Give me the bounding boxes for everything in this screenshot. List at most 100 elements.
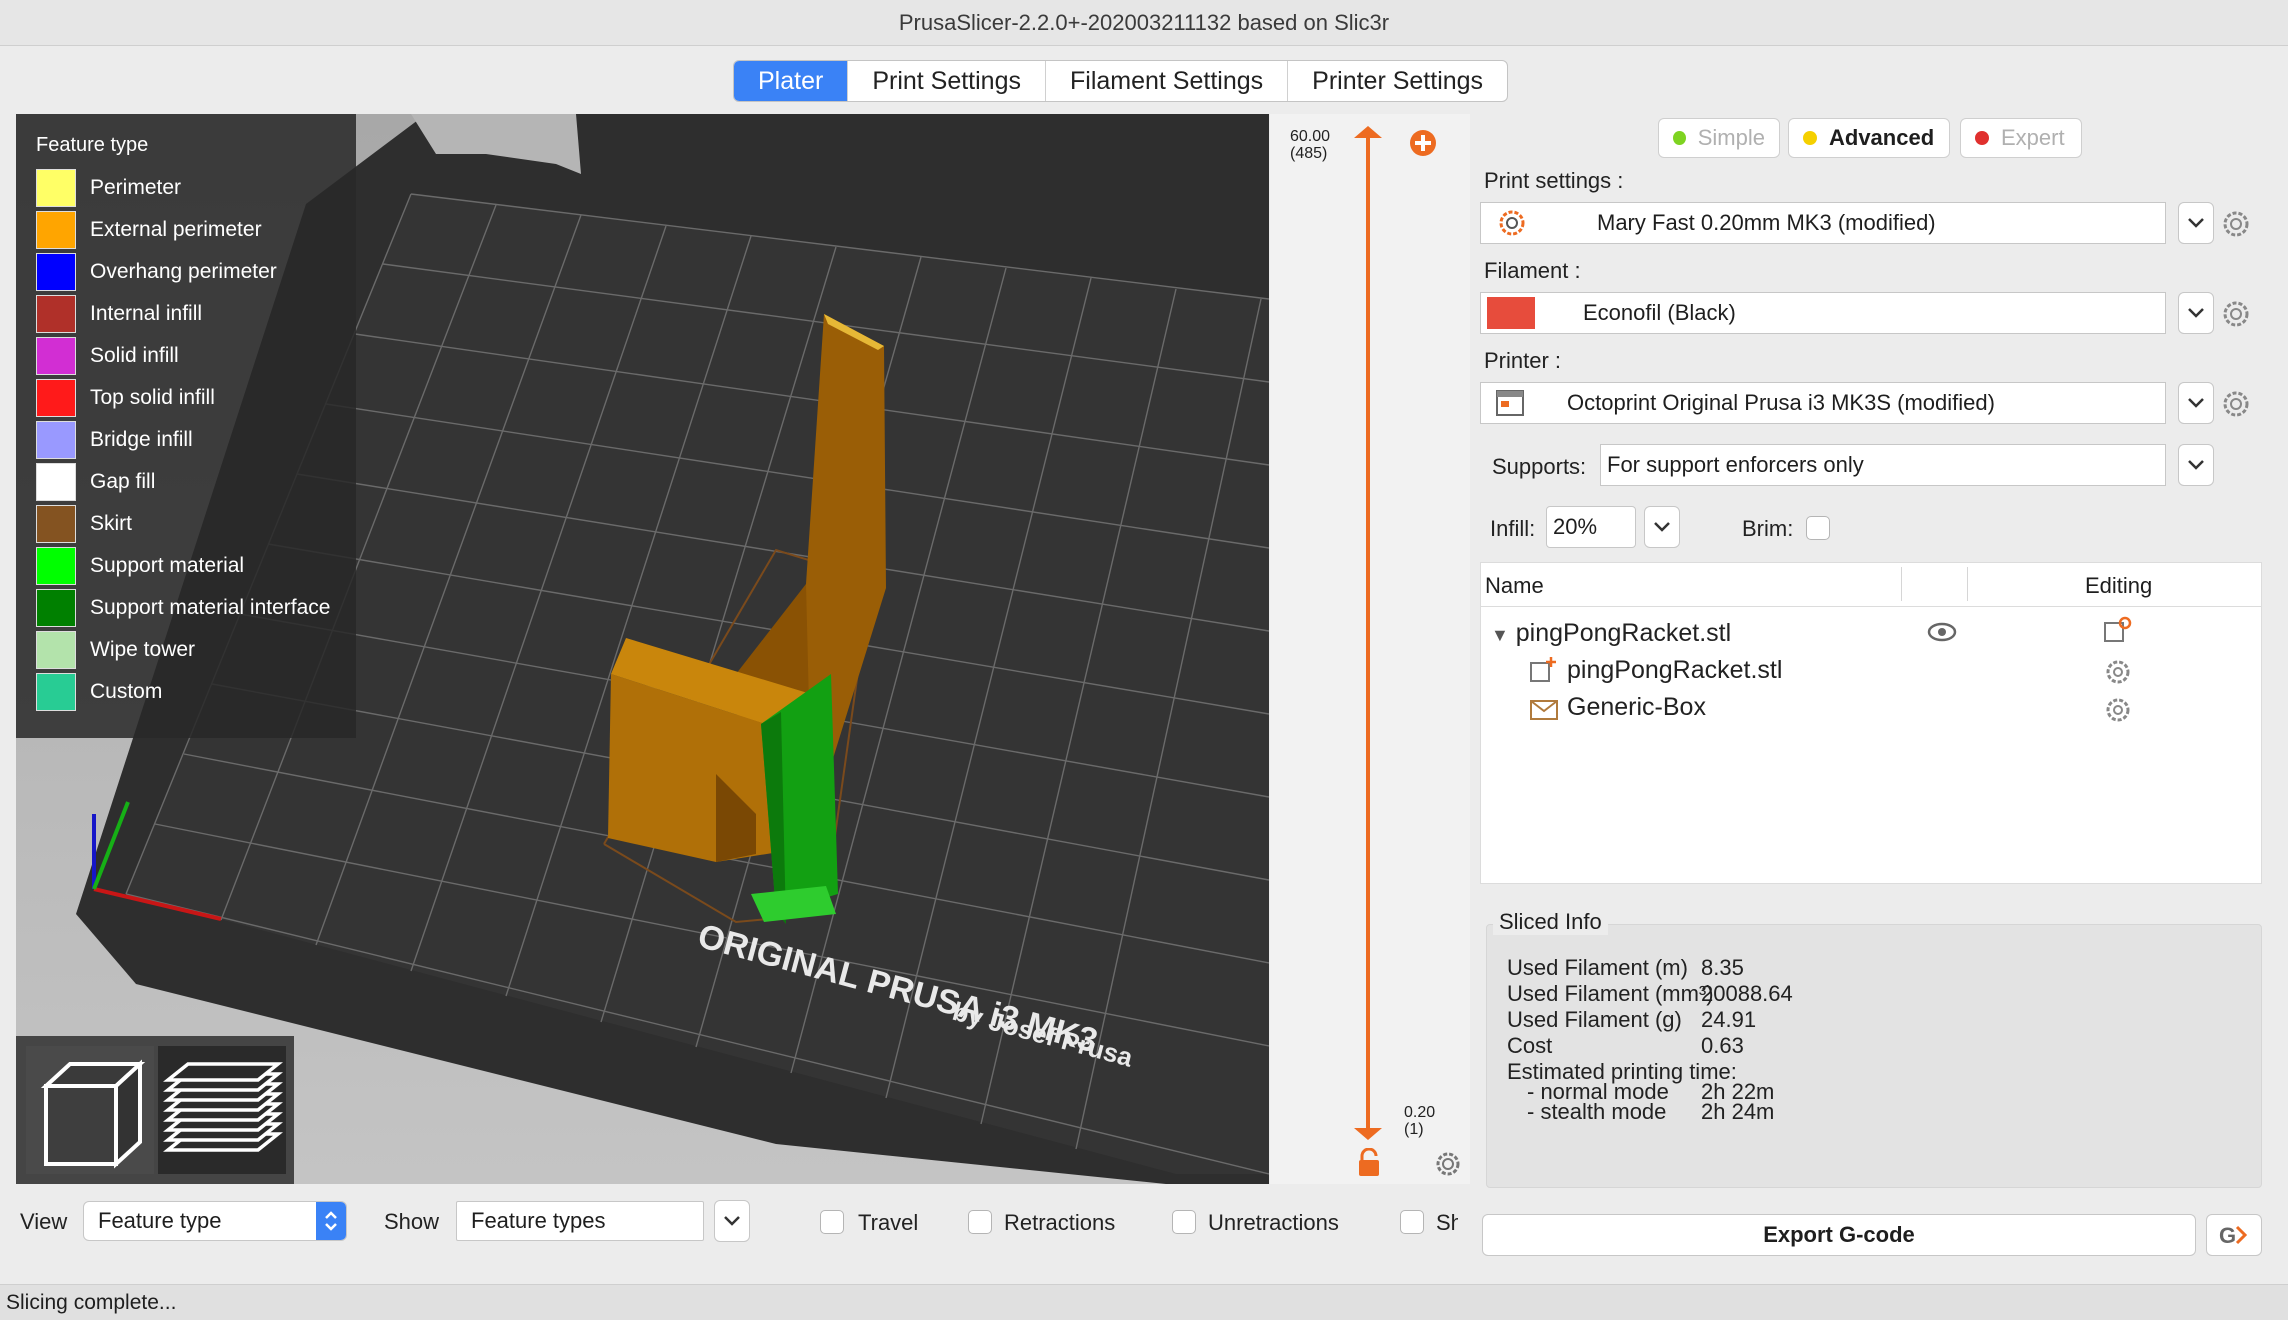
legend-item: Internal infill [36, 293, 336, 335]
mode-simple-button[interactable]: Simple [1658, 118, 1780, 158]
tab-plater[interactable]: Plater [734, 61, 849, 101]
main-tabs: Plater Print Settings Filament Settings … [733, 60, 1509, 102]
brim-checkbox[interactable] [1806, 516, 1830, 540]
view-mode-toggle [16, 1036, 294, 1184]
legend-item: Support material [36, 545, 336, 587]
svg-text:G: G [2219, 1223, 2236, 1248]
sliced-info-key: Cost [1507, 1033, 1553, 1058]
legend-label: Custom [90, 680, 163, 703]
sliced-info-value: 20088.64 [1701, 981, 1793, 1006]
print-settings-dropdown[interactable] [2178, 202, 2214, 244]
legend-swatch [36, 211, 76, 249]
slider-bottom-value: 0.20 [1404, 1104, 1436, 1121]
tab-print-settings[interactable]: Print Settings [848, 61, 1046, 101]
travel-checkbox[interactable] [820, 1210, 844, 1234]
legend-swatch [36, 169, 76, 207]
tree-row-part[interactable]: pingPongRacket.stl [1529, 655, 1782, 685]
printer-dropdown[interactable] [2178, 382, 2214, 424]
filament-gear-icon[interactable] [2220, 298, 2252, 330]
legend-item: Skirt [36, 503, 336, 545]
part-gear-icon[interactable] [2103, 657, 2133, 687]
mode-expert-button[interactable]: Expert [1960, 118, 2082, 158]
sliced-info-value: 2h 24m [1701, 1099, 1775, 1124]
supports-dropdown[interactable] [2178, 444, 2214, 486]
visibility-eye-icon[interactable] [1927, 621, 1957, 643]
legend-swatch [36, 295, 76, 333]
legend-label: Top solid infill [90, 386, 215, 409]
tab-printer-settings[interactable]: Printer Settings [1288, 61, 1507, 101]
mode-advanced-button[interactable]: Advanced [1788, 118, 1950, 158]
shells-checkbox[interactable] [1400, 1210, 1424, 1234]
sliced-info-panel: Sliced Info Used Filament (m) 8.35 Used … [1486, 909, 2262, 1188]
retractions-label: Retractions [1004, 1210, 1116, 1235]
legend-swatch [36, 379, 76, 417]
part-name: pingPongRacket.stl [1567, 655, 1783, 684]
modifier-gear-icon[interactable] [2103, 695, 2133, 725]
supports-combo[interactable]: For support enforcers only [1600, 444, 2166, 486]
shells-label: Sh [1436, 1210, 1458, 1235]
retractions-checkbox[interactable] [968, 1210, 992, 1234]
layer-slider[interactable]: 60.00 (485) 0.20 (1) [1270, 114, 1470, 1184]
show-dropdown[interactable] [714, 1200, 750, 1242]
tree-row-object[interactable]: ▼ pingPongRacket.stl [1491, 619, 1731, 648]
col-editing-header[interactable]: Editing [2085, 573, 2152, 599]
print-profile-gear-icon [1499, 210, 1525, 236]
chevron-down-icon [2188, 398, 2204, 408]
show-combo[interactable]: Feature types [456, 1201, 704, 1241]
legend-label: Bridge infill [90, 428, 193, 451]
slider-track [1354, 126, 1382, 1140]
legend-swatch [36, 589, 76, 627]
slider-bottom-layer: (1) [1404, 1121, 1424, 1138]
infill-input[interactable]: 20% [1546, 506, 1636, 548]
unlock-icon[interactable] [1356, 1148, 1382, 1178]
filament-combo[interactable]: Econofil (Black) [1480, 292, 2166, 334]
legend-label: Overhang perimeter [90, 260, 277, 283]
object-settings-icon[interactable] [2103, 615, 2133, 645]
legend-swatch [36, 673, 76, 711]
legend-item: Gap fill [36, 461, 336, 503]
infill-dropdown[interactable] [1644, 506, 1680, 548]
sliced-info-value: 0.63 [1701, 1033, 1744, 1058]
col-name-header[interactable]: Name [1485, 573, 1544, 599]
slider-settings-gear-icon[interactable] [1434, 1150, 1462, 1178]
print-settings-combo[interactable]: Mary Fast 0.20mm MK3 (modified) [1480, 202, 2166, 244]
preview-view-icon[interactable] [158, 1046, 286, 1174]
expand-triangle-icon[interactable]: ▼ [1491, 625, 1509, 645]
header-divider [1901, 567, 1902, 601]
filament-label: Filament : [1484, 258, 1581, 283]
unretractions-checkbox[interactable] [1172, 1210, 1196, 1234]
select-arrows-icon [316, 1202, 346, 1240]
legend-item: Overhang perimeter [36, 251, 336, 293]
add-color-change-icon[interactable] [1408, 128, 1438, 158]
window-title: PrusaSlicer-2.2.0+-202003211132 based on… [0, 0, 2288, 46]
printer-icon [1496, 390, 1524, 416]
printer-gear-icon[interactable] [2220, 388, 2252, 420]
3d-view-icon[interactable] [26, 1046, 154, 1174]
chevron-down-icon [2188, 460, 2204, 470]
print-settings-gear-icon[interactable] [2220, 208, 2252, 240]
legend-item: Top solid infill [36, 377, 336, 419]
export-gcode-button[interactable]: Export G-code [1482, 1214, 2196, 1256]
chevron-down-icon [1654, 522, 1670, 532]
slider-bottom-thumb [1354, 1128, 1382, 1140]
chevron-down-icon [724, 1216, 740, 1226]
object-list[interactable]: Name Editing ▼ pingPongRacket.stl pingPo… [1480, 562, 2262, 884]
tab-filament-settings[interactable]: Filament Settings [1046, 61, 1289, 101]
filament-dropdown[interactable] [2178, 292, 2214, 334]
view-select-value: Feature type [98, 1208, 222, 1233]
sliced-info-title: Sliced Info [1493, 909, 1608, 935]
printer-combo[interactable]: Octoprint Original Prusa i3 MK3S (modifi… [1480, 382, 2166, 424]
legend-label: Support material interface [90, 596, 331, 619]
travel-label: Travel [858, 1210, 919, 1235]
printer-label: Printer : [1484, 348, 1562, 373]
legend-label: External perimeter [90, 218, 262, 241]
view-select[interactable]: Feature type [83, 1201, 347, 1241]
mode-simple-dot-icon [1673, 131, 1686, 145]
legend-item: Custom [36, 671, 336, 713]
legend-swatch [36, 631, 76, 669]
send-gcode-button[interactable]: G [2206, 1214, 2262, 1256]
supports-label: Supports: [1492, 454, 1587, 479]
infill-label: Infill: [1490, 516, 1536, 541]
tree-row-modifier[interactable]: Generic-Box [1529, 693, 1706, 722]
sliced-info-key: Used Filament (mm³) [1507, 981, 1714, 1006]
